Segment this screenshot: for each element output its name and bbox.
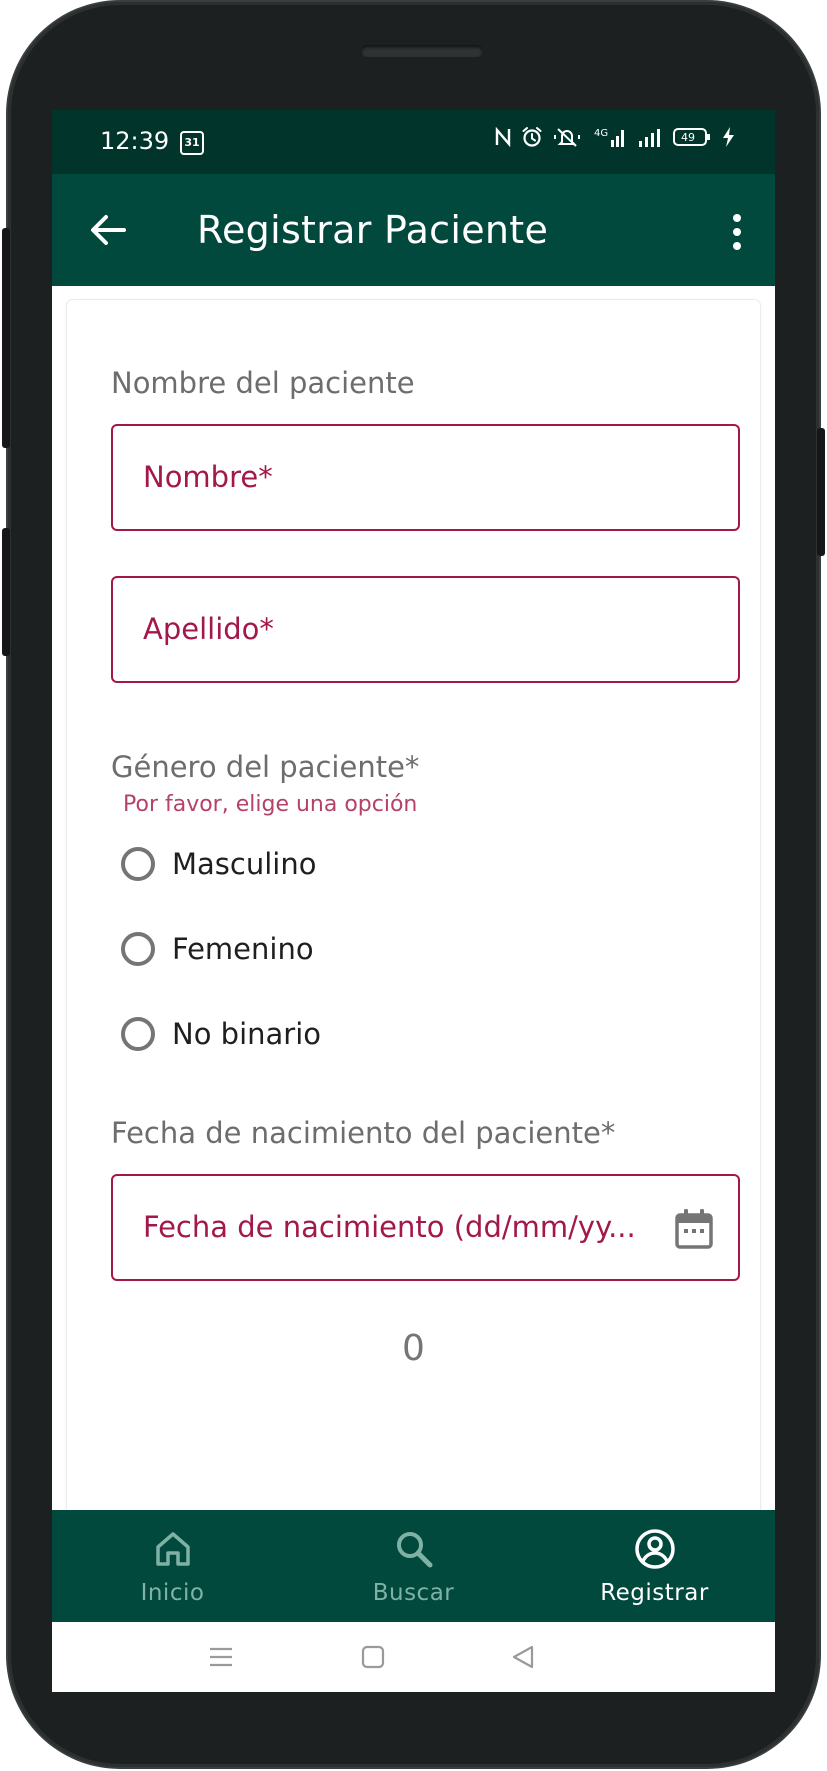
radio-no-binario[interactable]: No binario [121, 1012, 321, 1056]
battery-icon: 49 [673, 128, 710, 146]
nav-item-inicio[interactable]: Inicio [52, 1510, 293, 1622]
first-name-field[interactable]: Nombre* [111, 424, 740, 531]
bottom-navigation: Inicio Buscar Registrar [52, 1510, 775, 1622]
radio-femenino[interactable]: Femenino [121, 927, 314, 971]
gender-label: Género del paciente* [111, 750, 420, 784]
signal-icon [639, 129, 660, 147]
nav-label: Registrar [600, 1580, 709, 1606]
radio-button-icon[interactable] [121, 1017, 155, 1051]
birthdate-field[interactable]: Fecha de nacimiento (dd/mm/yy... [111, 1174, 740, 1281]
alarm-icon [522, 127, 542, 147]
status-bar: 12:39 31 4G 49 [52, 110, 775, 174]
signal-4g-icon: 4G [594, 128, 624, 147]
home-square-icon[interactable] [360, 1644, 386, 1670]
menu-icon[interactable] [208, 1644, 234, 1670]
account-circle-icon [635, 1529, 675, 1569]
home-icon [156, 1532, 190, 1566]
radio-label: No binario [172, 1017, 321, 1051]
last-name-field[interactable]: Apellido* [111, 576, 740, 683]
back-triangle-icon[interactable] [510, 1644, 536, 1670]
first-name-placeholder: Nombre* [143, 460, 273, 494]
calendar-icon[interactable] [674, 1208, 714, 1250]
svg-text:4G: 4G [594, 128, 608, 139]
nfc-icon [495, 127, 511, 147]
search-icon [397, 1532, 433, 1568]
speaker-grille [361, 45, 483, 57]
charging-icon [723, 127, 734, 147]
birthdate-placeholder: Fecha de nacimiento (dd/mm/yy... [143, 1210, 636, 1244]
name-section-label: Nombre del paciente [111, 366, 415, 400]
radio-button-icon[interactable] [121, 932, 155, 966]
radio-label: Masculino [172, 847, 317, 881]
birthdate-label: Fecha de nacimiento del paciente* [111, 1116, 616, 1150]
screen: 12:39 31 4G 49 Registrar Paciente Nombre… [52, 110, 775, 1692]
calendar-icon: 31 [180, 131, 204, 155]
silent-icon [554, 128, 580, 147]
nav-item-registrar[interactable]: Registrar [534, 1510, 775, 1622]
status-icons: 4G 49 [495, 126, 735, 148]
nav-item-buscar[interactable]: Buscar [293, 1510, 534, 1622]
app-bar: Registrar Paciente [52, 174, 775, 286]
counter-text: 0 [402, 1328, 425, 1369]
nav-label: Buscar [372, 1580, 455, 1606]
gender-error-text: Por favor, elige una opción [123, 792, 418, 817]
side-button [817, 428, 825, 556]
more-vert-icon[interactable] [729, 212, 745, 252]
page-title: Registrar Paciente [197, 208, 549, 252]
power-button [2, 228, 10, 448]
volume-button [2, 528, 10, 656]
svg-text:49: 49 [681, 131, 695, 144]
radio-label: Femenino [172, 932, 314, 966]
arrow-left-icon[interactable] [88, 212, 128, 248]
status-time: 12:39 [100, 127, 170, 155]
system-navigation-bar [52, 1622, 775, 1692]
last-name-placeholder: Apellido* [143, 612, 274, 646]
nav-label: Inicio [140, 1580, 205, 1606]
form-card: Nombre del paciente Nombre* Apellido* Gé… [67, 300, 760, 1692]
radio-masculino[interactable]: Masculino [121, 842, 316, 886]
radio-button-icon[interactable] [121, 847, 155, 881]
